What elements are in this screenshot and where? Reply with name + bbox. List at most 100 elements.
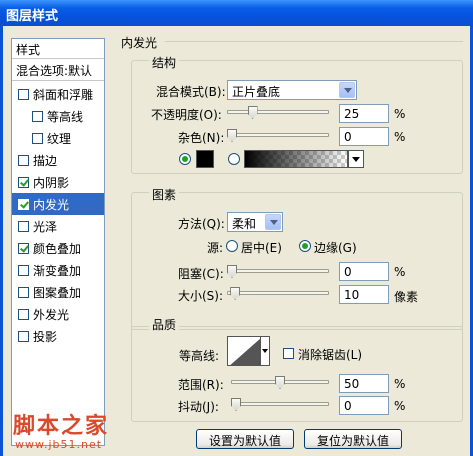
jitter-slider-thumb[interactable]: [231, 398, 241, 411]
dialog-body: 样式 混合选项:默认 斜面和浮雕 等高线 纹理 描边 内阴影 内发光 光泽 颜色叠加 渐变叠加图…: [0, 26, 473, 456]
style-checkbox[interactable]: [18, 287, 29, 298]
blend-mode-select[interactable]: 正片叠底: [227, 80, 357, 100]
style-checkbox[interactable]: [18, 265, 29, 276]
opacity-slider[interactable]: [227, 106, 329, 120]
glow-color-swatch[interactable]: [196, 150, 214, 168]
sidebar-item[interactable]: 纹理: [12, 127, 104, 149]
range-slider[interactable]: [231, 376, 329, 390]
noise-slider[interactable]: [227, 129, 329, 143]
sidebar-item[interactable]: 外发光: [12, 303, 104, 325]
choke-slider[interactable]: [227, 265, 329, 279]
sidebar-item-label: 纹理: [47, 132, 72, 146]
gradient-radio[interactable]: [228, 153, 240, 165]
sidebar-item-label: 光泽: [33, 220, 58, 234]
opacity-slider-thumb[interactable]: [247, 106, 258, 119]
contour-preview[interactable]: [227, 336, 261, 366]
style-checkbox[interactable]: [18, 89, 29, 100]
range-slider-thumb[interactable]: [275, 376, 285, 389]
sidebar-item[interactable]: 光泽: [12, 215, 104, 237]
style-checkbox[interactable]: [18, 155, 29, 166]
noise-slider-thumb[interactable]: [227, 129, 237, 142]
chevron-down-icon[interactable]: [348, 150, 364, 168]
style-checkbox[interactable]: [18, 243, 29, 254]
sidebar-item[interactable]: 渐变叠加: [12, 259, 104, 281]
sidebar-item-label: 渐变叠加: [33, 264, 82, 278]
sidebar-item[interactable]: 斜面和浮雕: [12, 83, 104, 105]
contour-label: 等高线:: [179, 349, 220, 363]
blend-options-item[interactable]: 混合选项:默认: [12, 59, 104, 81]
window-titlebar[interactable]: 图层样式: [0, 0, 473, 26]
sidebar-item-label: 颜色叠加: [33, 242, 82, 256]
sidebar-item[interactable]: 内阴影: [12, 171, 104, 193]
choke-unit: %: [394, 265, 406, 279]
set-default-button[interactable]: 设置为默认值: [196, 429, 294, 449]
sidebar-item[interactable]: 颜色叠加: [12, 237, 104, 259]
source-label: 源:: [207, 241, 224, 255]
elements-group: [131, 192, 463, 330]
sidebar-item[interactable]: 图案叠加: [12, 281, 104, 303]
style-checkbox[interactable]: [32, 111, 43, 122]
range-unit: %: [394, 377, 406, 391]
choke-label: 阻塞(C):: [178, 267, 224, 281]
source-edge-label[interactable]: 边缘(G): [314, 239, 357, 256]
sidebar-item[interactable]: 描边: [12, 149, 104, 171]
sidebar-item-label: 等高线: [47, 110, 84, 124]
choke-input[interactable]: 0: [339, 262, 389, 281]
sidebar-item-label: 图案叠加: [33, 286, 82, 300]
size-slider-thumb[interactable]: [230, 287, 241, 300]
noise-label: 杂色(N):: [178, 131, 225, 145]
solid-color-radio[interactable]: [179, 153, 191, 165]
method-value: 柔和: [232, 217, 257, 231]
size-unit: 像素: [394, 290, 419, 304]
style-checkbox[interactable]: [18, 199, 29, 210]
panel-title-rule: [165, 41, 463, 42]
chevron-down-icon[interactable]: [265, 214, 281, 230]
structure-legend: 结构: [149, 54, 180, 71]
choke-slider-thumb[interactable]: [227, 265, 237, 278]
sidebar-item-label: 描边: [33, 154, 58, 168]
style-checkbox[interactable]: [18, 221, 29, 232]
watermark-url: www.jb51.net: [15, 438, 103, 451]
noise-unit: %: [394, 130, 406, 144]
glow-gradient-preview[interactable]: [244, 150, 348, 168]
size-slider[interactable]: [227, 287, 329, 301]
method-select[interactable]: 柔和: [227, 212, 283, 232]
sidebar-item[interactable]: 投影: [12, 325, 104, 347]
size-label: 大小(S):: [178, 289, 224, 303]
sidebar-item-label: 内发光: [33, 198, 70, 212]
sidebar-item[interactable]: 等高线: [12, 105, 104, 127]
panel-title: 内发光: [121, 36, 158, 50]
styles-list: 样式 混合选项:默认 斜面和浮雕等高线纹理描边内阴影内发光光泽颜色叠加渐变叠加图…: [11, 38, 105, 446]
jitter-label: 抖动(J):: [178, 400, 219, 414]
size-input[interactable]: 10: [339, 285, 389, 304]
chevron-down-icon[interactable]: [339, 82, 355, 98]
antialias-label[interactable]: 消除锯齿(L): [298, 346, 362, 363]
opacity-unit: %: [394, 107, 406, 121]
styles-header[interactable]: 样式: [12, 39, 104, 59]
style-checkbox[interactable]: [18, 331, 29, 342]
source-edge-radio[interactable]: [299, 240, 311, 252]
sidebar-item-label: 外发光: [33, 308, 70, 322]
quality-legend: 品质: [149, 316, 180, 333]
opacity-label: 不透明度(O):: [151, 108, 222, 122]
range-input[interactable]: 50: [339, 374, 389, 393]
sidebar-item-label: 斜面和浮雕: [33, 88, 94, 102]
antialias-checkbox[interactable]: [283, 348, 294, 359]
method-label: 方法(Q):: [178, 217, 225, 231]
noise-input[interactable]: 0: [339, 127, 389, 146]
blend-mode-value: 正片叠底: [232, 85, 281, 99]
source-center-radio[interactable]: [226, 240, 238, 252]
opacity-input[interactable]: 25: [339, 104, 389, 123]
jitter-slider[interactable]: [231, 398, 329, 412]
reset-default-button[interactable]: 复位为默认值: [304, 429, 402, 449]
chevron-down-icon[interactable]: [260, 336, 270, 366]
sidebar-item-label: 投影: [33, 330, 58, 344]
source-center-label[interactable]: 居中(E): [241, 239, 282, 256]
window-title: 图层样式: [6, 9, 59, 24]
style-checkbox[interactable]: [18, 309, 29, 320]
blend-mode-label: 混合模式(B):: [156, 85, 226, 99]
style-checkbox[interactable]: [18, 177, 29, 188]
style-checkbox[interactable]: [32, 133, 43, 144]
sidebar-item[interactable]: 内发光: [12, 193, 104, 215]
jitter-input[interactable]: 0: [339, 396, 389, 415]
